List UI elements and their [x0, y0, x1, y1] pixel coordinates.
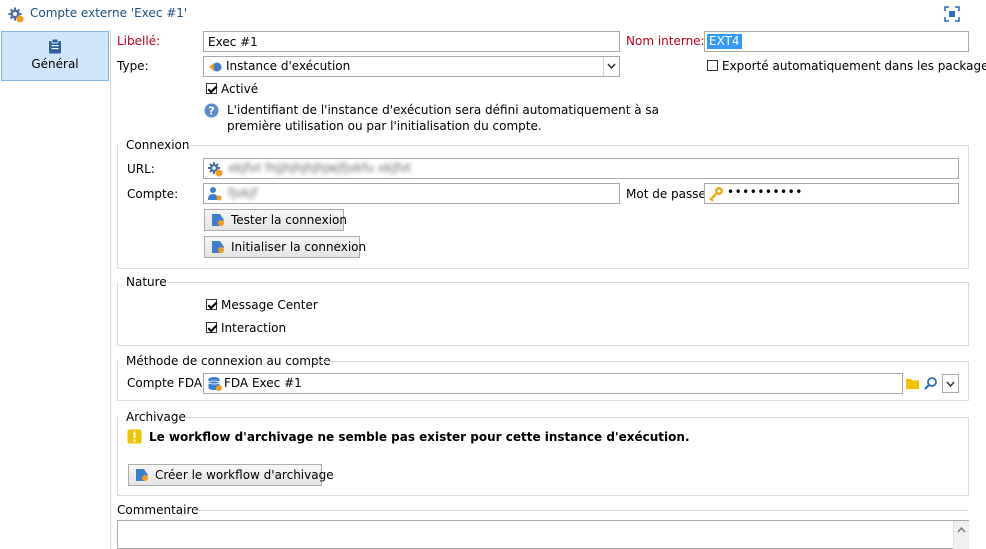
type-dropdown-button[interactable]	[603, 57, 619, 76]
tester-connexion-label: Tester la connexion	[231, 213, 347, 227]
info-text-line1: L'identifiant de l'instance d'exécution …	[227, 103, 660, 117]
compte-input[interactable]: fjvkjf	[203, 183, 620, 204]
compte-fda-input[interactable]: FDA Exec #1	[203, 373, 903, 394]
creer-workflow-archivage-button[interactable]: Créer le workflow d'archivage	[128, 464, 334, 486]
initialize-connection-icon	[212, 241, 224, 253]
execution-instance-icon	[209, 62, 222, 72]
exporte-checkbox[interactable]	[707, 60, 718, 71]
nature-group	[117, 282, 969, 346]
sidebar-item-label: Général	[31, 57, 79, 71]
sidebar	[0, 30, 111, 549]
nom-interne-value: EXT4	[707, 34, 742, 49]
user-key-icon	[208, 187, 222, 201]
search-icon[interactable]	[924, 376, 938, 390]
commentaire-section-title: Commentaire	[117, 503, 199, 517]
maximize-icon[interactable]	[944, 6, 960, 22]
key-icon	[709, 187, 723, 202]
type-select[interactable]: Instance d'exécution	[203, 56, 620, 77]
url-gear-icon	[208, 162, 223, 177]
message-center-label: Message Center	[221, 298, 318, 312]
warning-icon	[127, 429, 142, 444]
initialiser-connexion-label: Initialiser la connexion	[231, 240, 367, 254]
tester-connexion-button[interactable]: Tester la connexion	[204, 209, 347, 231]
svg-text:?: ?	[208, 105, 214, 118]
libelle-label: Libellé:	[117, 34, 161, 48]
mot-de-passe-value: ••••••••••	[727, 185, 803, 199]
interaction-checkbox[interactable]	[206, 322, 217, 333]
chevron-down-icon	[607, 63, 616, 70]
exporte-label: Exporté automatiquement dans les package…	[722, 59, 986, 73]
url-input[interactable]: xkjfvt fnjjhjhjhjhjwjfjvkfu xkjfvt	[203, 158, 959, 179]
creer-workflow-archivage-label: Créer le workflow d'archivage	[155, 468, 334, 482]
initialiser-connexion-button[interactable]: Initialiser la connexion	[204, 236, 366, 258]
chevron-down-icon	[946, 381, 955, 388]
url-value: xkjfvt fnjjhjhjhjhjwjfjvkfu xkjfvt	[228, 161, 412, 175]
compte-fda-label: Compte FDA:	[127, 376, 206, 390]
commentaire-divider	[193, 510, 968, 511]
test-connection-icon	[212, 214, 224, 226]
libelle-input[interactable]	[203, 31, 620, 52]
interaction-label: Interaction	[221, 321, 287, 335]
active-label: Activé	[221, 82, 259, 96]
mot-de-passe-input[interactable]: ••••••••••	[704, 183, 959, 204]
compte-fda-value: FDA Exec #1	[224, 376, 302, 390]
window-title: Compte externe 'Exec #1'	[30, 6, 188, 20]
nom-interne-label: Nom interne:	[626, 34, 705, 48]
type-label: Type:	[117, 59, 149, 73]
compte-label: Compte:	[127, 187, 179, 201]
message-center-checkbox[interactable]	[206, 299, 217, 310]
info-text-line2: première utilisation ou par l'initialisa…	[227, 119, 542, 133]
url-label: URL:	[127, 162, 155, 176]
archivage-warning-text: Le workflow d'archivage ne semble pas ex…	[149, 430, 690, 444]
clipboard-icon	[49, 38, 61, 54]
type-select-value: Instance d'exécution	[226, 59, 351, 73]
folder-icon[interactable]	[906, 377, 919, 389]
commentaire-scrollbar[interactable]	[953, 521, 969, 549]
external-account-gear-icon	[8, 7, 24, 23]
nom-interne-input[interactable]: EXT4	[704, 31, 969, 52]
active-checkbox[interactable]	[206, 83, 217, 94]
database-icon	[208, 377, 222, 391]
workflow-icon	[136, 469, 148, 481]
mot-de-passe-label: Mot de passe:	[626, 187, 710, 201]
commentaire-textarea[interactable]	[117, 520, 969, 549]
compte-value: fjvkjf	[228, 186, 258, 200]
compte-fda-dropdown-button[interactable]	[942, 374, 959, 393]
help-info-icon: ?	[204, 103, 219, 118]
chevron-up-icon	[957, 527, 966, 533]
